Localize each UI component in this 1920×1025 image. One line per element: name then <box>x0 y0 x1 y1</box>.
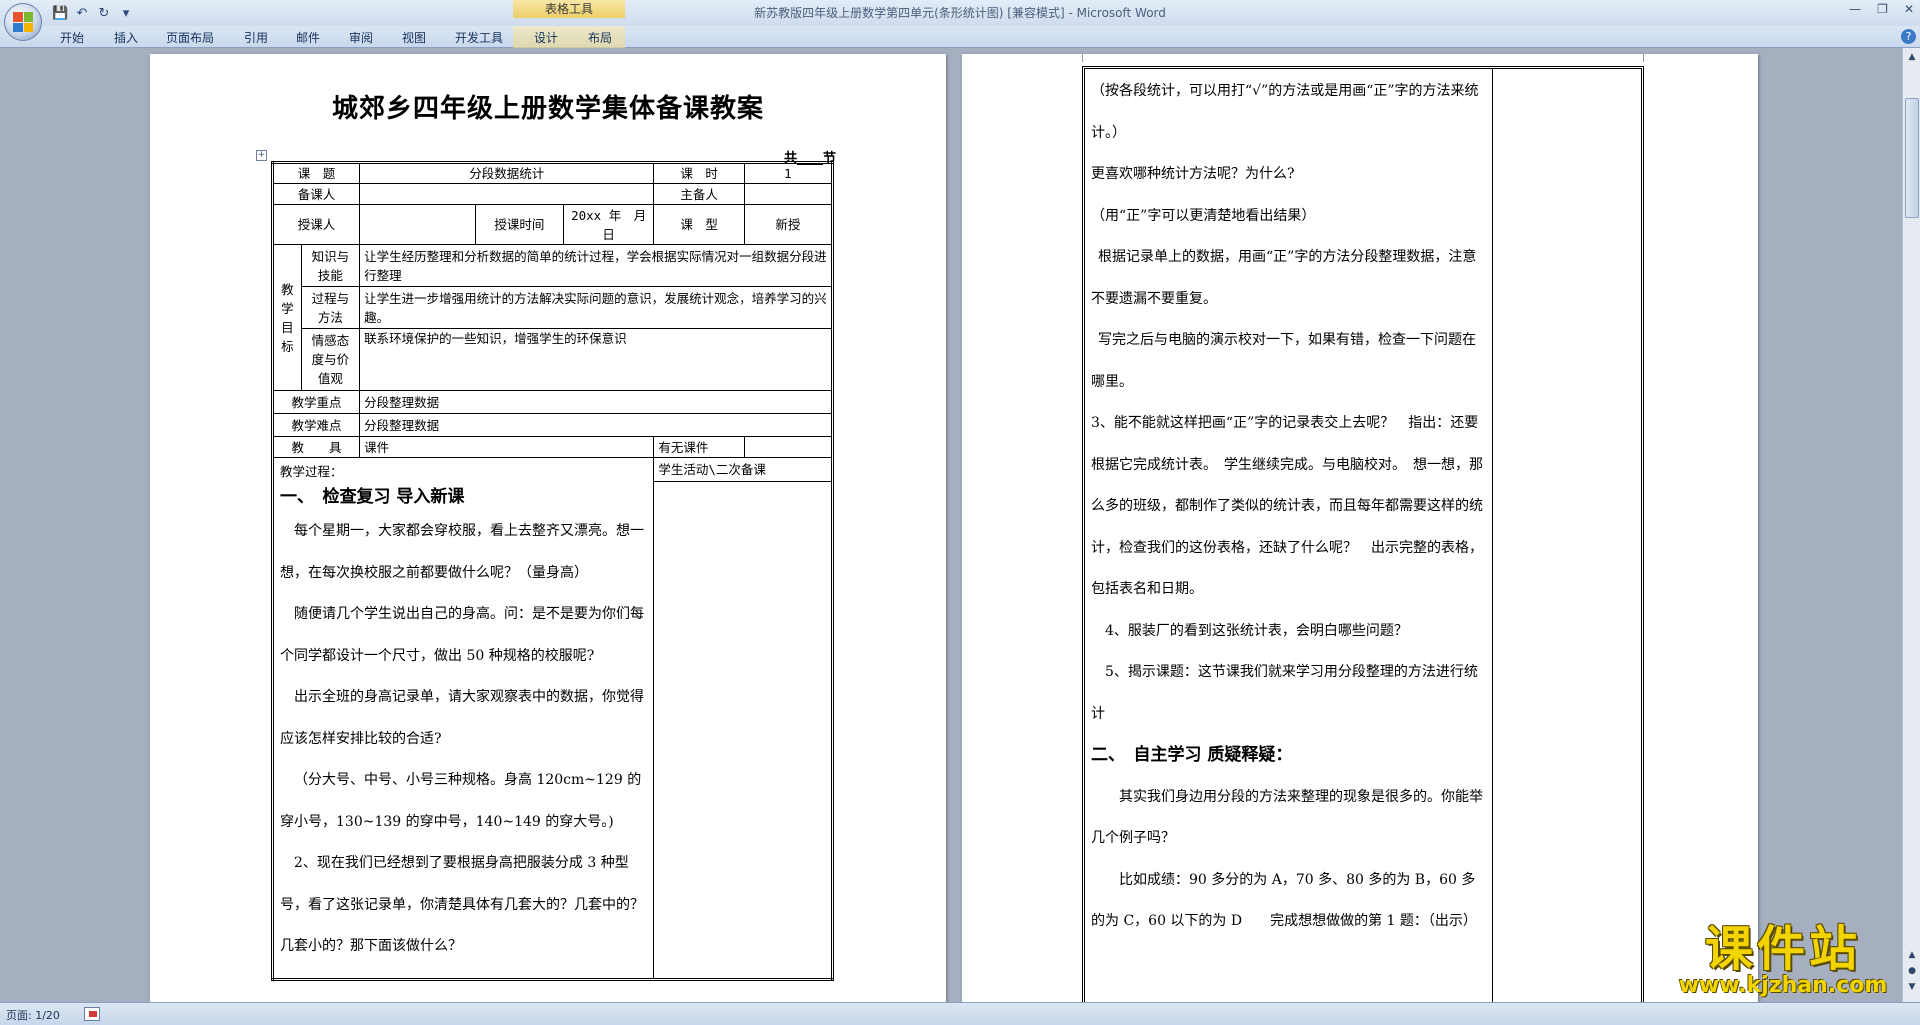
process-paragraph: 根据记录单上的数据，用画“正”字的方法分段整理数据，注意不要遗漏不要重复。 <box>1091 249 1477 307</box>
goal-attitude-label: 情感态度与价值观 <box>300 328 361 391</box>
status-bar: 页面: 1/20 <box>0 1002 1920 1025</box>
process-paragraph: 出示全班的身高记录单，请大家观察表中的数据，你觉得应该怎样安排比较的合适? <box>280 689 644 747</box>
key-point-value[interactable]: 分段整理数据 <box>359 390 833 414</box>
close-icon[interactable]: ✕ <box>1904 2 1914 16</box>
vertical-scrollbar[interactable]: ▲ ▲ ● ▼ <box>1902 48 1920 1002</box>
scroll-thumb[interactable] <box>1905 98 1919 218</box>
tab-references[interactable]: 引用 <box>244 29 268 46</box>
process-paragraph: 4、服装厂的看到这张统计表，会明白哪些问题？ <box>1105 622 1408 639</box>
process-paragraph: 随便请几个学生说出自己的身高。问：是不是要为你们每个同学都设计一个尺寸，做出 5… <box>280 606 644 664</box>
teaching-process-cell[interactable]: 教学过程： 一、 检查复习 导入新课 每个星期一，大家都会穿校服，看上去整齐又漂… <box>271 457 655 980</box>
page-top-rule <box>1082 54 1644 62</box>
minimize-icon[interactable]: — <box>1849 2 1861 16</box>
table-move-handle-icon[interactable]: + <box>256 150 267 161</box>
student-activity-cell[interactable]: 学生活动\二次备课 <box>653 457 833 980</box>
lesson-plan-table[interactable]: 课 题 分段数据统计 课 时 1 备课人 主备人 授课人 授课时间 20xx 年… <box>271 161 834 981</box>
tab-design[interactable]: 设计 <box>534 29 558 46</box>
previous-page-icon[interactable]: ▲ <box>1905 948 1919 962</box>
tab-page-layout[interactable]: 页面布局 <box>166 29 214 46</box>
lead-preparer-value[interactable] <box>743 183 834 205</box>
document-page-1[interactable]: 城郊乡四年级上册数学集体备课教案 + 共____节 课 题 分段数据统计 课 时… <box>150 54 946 1002</box>
hours-label: 课 时 <box>653 162 745 184</box>
courseware-value[interactable] <box>743 436 834 458</box>
help-icon[interactable]: ? <box>1901 29 1916 44</box>
topic-value[interactable]: 分段数据统计 <box>359 162 655 184</box>
document-page-2[interactable]: （按各段统计，可以用打“√”的方法或是用画“正”字的方法来统计。） 更喜欢哪种统… <box>962 54 1758 1002</box>
office-logo-icon <box>13 12 33 32</box>
goal-knowledge-text[interactable]: 让学生经历整理和分析数据的简单的统计过程，学会根据实际情况对一组数据分段进行整理 <box>359 244 833 287</box>
section-heading-2: 二、 自主学习 质疑释疑： <box>1091 745 1293 765</box>
save-icon[interactable]: 💾 <box>52 6 68 21</box>
process-paragraph: 5、揭示课题：这节课我们就来学习用分段整理的方法进行统计 <box>1091 664 1478 722</box>
teacher-value[interactable] <box>359 204 476 245</box>
watermark-title: 课件站 <box>1704 921 1861 977</box>
customize-toolbar-icon[interactable]: ▾ <box>118 6 134 21</box>
teaching-process-label: 教学过程： <box>280 464 343 479</box>
process-paragraph: 比如成绩：90 多分的为 A，70 多、80 多的为 B，60 多的为 C，60… <box>1091 871 1477 930</box>
scroll-up-icon[interactable]: ▲ <box>1905 50 1919 64</box>
process-paragraph: 每个星期一，大家都会穿校服，看上去整齐又漂亮。想一想，在每次换校服之前都要做什么… <box>280 523 644 581</box>
preparer-value[interactable] <box>359 183 655 205</box>
goal-process-label: 过程与方法 <box>300 286 361 329</box>
teaching-time-label: 授课时间 <box>474 204 564 245</box>
ribbon-tabs: 开始 插入 页面布局 引用 邮件 审阅 视图 开发工具 设计 布局 ? <box>0 26 1920 48</box>
tab-home[interactable]: 开始 <box>60 29 84 46</box>
tab-developer[interactable]: 开发工具 <box>455 29 503 46</box>
teaching-goals-label: 教学目标 <box>272 244 302 391</box>
table-tools-context-title: 表格工具 <box>513 0 625 18</box>
watermark-url: www.kjzhan.com <box>1678 973 1888 998</box>
lesson-type-label: 课 型 <box>653 204 745 245</box>
tab-insert[interactable]: 插入 <box>114 29 138 46</box>
continued-process-text: （按各段统计，可以用打“√”的方法或是用画“正”字的方法来统计。） 更喜欢哪种统… <box>1091 71 1485 943</box>
preparer-label: 备课人 <box>271 183 361 205</box>
office-button[interactable] <box>4 3 42 41</box>
tab-review[interactable]: 审阅 <box>349 29 373 46</box>
restore-icon[interactable]: ❐ <box>1877 2 1888 16</box>
goal-attitude-text[interactable]: 联系环境保护的一些知识，增强学生的环保意识 <box>359 328 833 391</box>
process-paragraph: 其实我们身边用分段的方法来整理的现象是很多的。你能举几个例子吗？ <box>1091 788 1483 847</box>
process-paragraph: 更喜欢哪种统计方法呢？为什么? <box>1091 166 1295 182</box>
teaching-tools-value[interactable]: 课件 <box>359 436 655 458</box>
student-activity-label: 学生活动\二次备课 <box>654 458 831 482</box>
page-number-indicator[interactable]: 页面: 1/20 <box>6 1007 60 1023</box>
process-paragraph: 写完之后与电脑的演示校对一下，如果有错，检查一下问题在哪里。 <box>1091 332 1476 390</box>
tab-mailings[interactable]: 邮件 <box>296 29 320 46</box>
window-controls: — ❐ ✕ <box>1849 2 1914 16</box>
redo-icon[interactable]: ↻ <box>96 6 112 21</box>
process-paragraph: （分大号、中号、小号三种规格。身高 120cm~129 的穿小号，130~139… <box>280 772 642 830</box>
key-point-label: 教学重点 <box>271 390 361 414</box>
section-heading-1: 一、 检查复习 导入新课 <box>280 487 465 507</box>
topic-label: 课 题 <box>271 162 361 184</box>
process-paragraph: 2、现在我们已经想到了要根据身高把服装分成 3 种型号，看了这张记录单，你清楚具… <box>280 855 644 954</box>
difficulty-label: 教学难点 <box>271 413 361 437</box>
next-page-icon[interactable]: ▼ <box>1905 980 1919 994</box>
kjzhan-watermark-logo: 课件站 www.kjzhan.com <box>1668 924 1898 998</box>
document-title: 城郊乡四年级上册数学集体备课教案 <box>331 94 764 124</box>
goal-process-text[interactable]: 让学生进一步增强用统计的方法解决实际问题的意识，发展统计观念，培养学习的兴趣。 <box>359 286 833 329</box>
proofing-status-icon[interactable] <box>84 1007 100 1021</box>
quick-access-toolbar: 💾 ↶ ↻ ▾ <box>52 4 134 22</box>
courseware-label: 有无课件 <box>653 436 745 458</box>
continued-lesson-table[interactable]: （按各段统计，可以用打“√”的方法或是用画“正”字的方法来统计。） 更喜欢哪种统… <box>1082 66 1644 1002</box>
teaching-tools-label: 教 具 <box>271 436 361 458</box>
title-bar: 表格工具 新苏教版四年级上册数学第四单元(条形统计图) [兼容模式] - Mic… <box>0 0 1920 26</box>
process-paragraph: 3、能不能就这样把画“正”字的记录表交上去呢？ 指出：还要根据它完成统计表。 学… <box>1091 415 1483 597</box>
teacher-label: 授课人 <box>271 204 361 245</box>
lead-preparer-label: 主备人 <box>653 183 745 205</box>
table-column-divider <box>1492 69 1493 1002</box>
tab-view[interactable]: 视图 <box>402 29 426 46</box>
lesson-type-value[interactable]: 新授 <box>743 204 834 245</box>
browse-object-icon[interactable]: ● <box>1905 964 1919 978</box>
hours-value[interactable]: 1 <box>743 162 834 184</box>
process-paragraph: （按各段统计，可以用打“√”的方法或是用画“正”字的方法来统计。） <box>1091 83 1479 141</box>
process-paragraph: （用“正”字可以更清楚地看出结果） <box>1091 207 1316 224</box>
document-workspace[interactable]: 城郊乡四年级上册数学集体备课教案 + 共____节 课 题 分段数据统计 课 时… <box>0 48 1902 1002</box>
teaching-date-value[interactable]: 20xx 年 月 日 <box>562 204 659 245</box>
tab-layout[interactable]: 布局 <box>588 29 612 46</box>
goal-knowledge-label: 知识与技能 <box>300 244 361 287</box>
window-title: 新苏教版四年级上册数学第四单元(条形统计图) [兼容模式] - Microsof… <box>754 6 1166 20</box>
undo-icon[interactable]: ↶ <box>74 6 90 21</box>
difficulty-value[interactable]: 分段整理数据 <box>359 413 833 437</box>
